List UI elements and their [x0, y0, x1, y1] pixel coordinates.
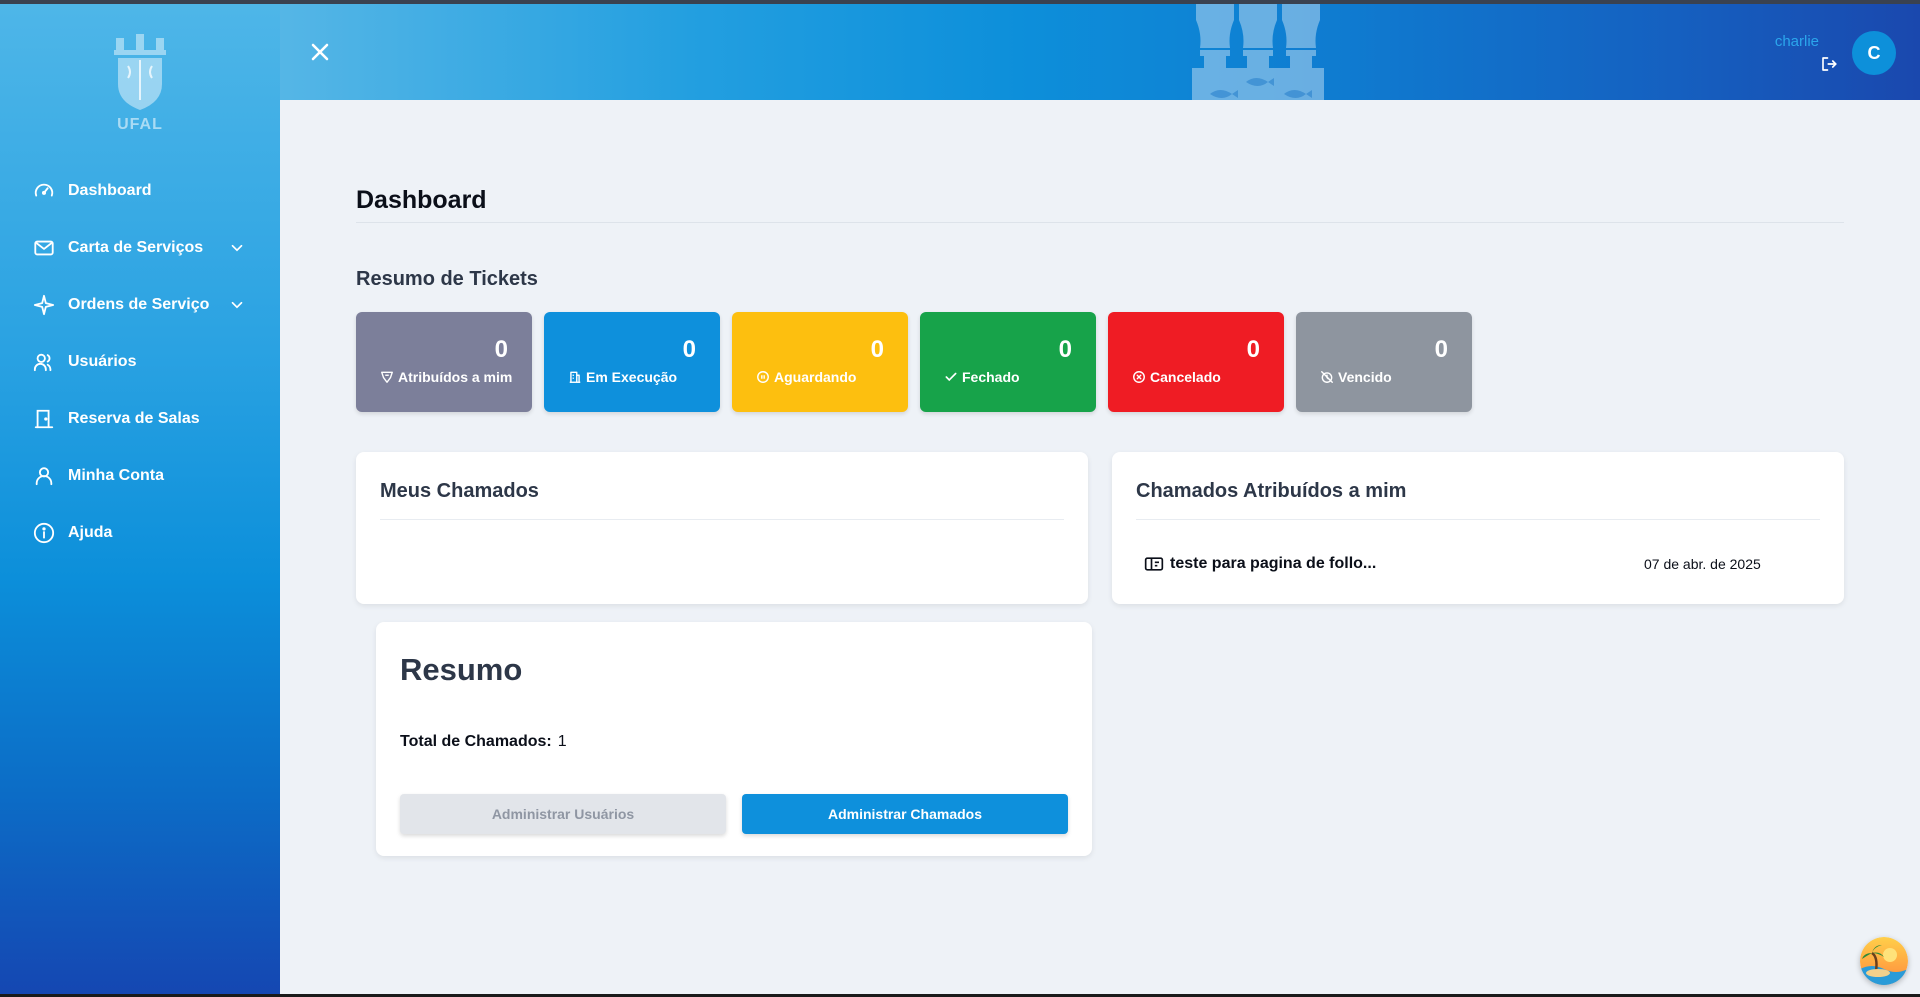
- alarm-off-icon: [1320, 370, 1334, 384]
- stat-value: 0: [870, 336, 884, 363]
- sidebar-item-ajuda[interactable]: Ajuda: [0, 504, 280, 561]
- stat-value: 0: [494, 336, 508, 363]
- chevron-down-icon[interactable]: [228, 239, 246, 257]
- close-sidebar-button[interactable]: [306, 38, 334, 66]
- sidebar-item-label: Reserva de Salas: [68, 409, 200, 427]
- stat-card-atribuidos[interactable]: 0 Atribuídos a mim: [356, 312, 532, 412]
- building-icon: [568, 370, 582, 384]
- resumo-title: Resumo: [400, 652, 523, 687]
- stat-card-vencido[interactable]: 0 Vencido: [1296, 312, 1472, 412]
- stat-value: 0: [1434, 336, 1448, 363]
- users-icon: [32, 350, 56, 374]
- manage-users-button[interactable]: Administrar Usuários: [400, 794, 726, 834]
- total-calls: Total de Chamados: 1: [400, 733, 567, 751]
- sparkle-icon: [32, 293, 56, 317]
- logout-icon[interactable]: [1820, 55, 1840, 75]
- stat-card-em-execucao[interactable]: 0 Em Execução: [544, 312, 720, 412]
- total-calls-value: 1: [557, 733, 567, 750]
- stat-label: Aguardando: [774, 369, 857, 385]
- sidebar-item-minha-conta[interactable]: Minha Conta: [0, 447, 280, 504]
- user-icon: [32, 464, 56, 488]
- sidebar-item-reserva-de-salas[interactable]: Reserva de Salas: [0, 390, 280, 447]
- panel-divider: [380, 519, 1064, 520]
- call-date: 07 de abr. de 2025: [1644, 556, 1761, 572]
- ufal-logo: UFAL: [108, 30, 172, 140]
- avatar[interactable]: C: [1852, 31, 1896, 75]
- stat-value: 0: [1246, 336, 1260, 363]
- pause-circle-icon: [756, 370, 770, 384]
- gauge-icon: [32, 179, 56, 203]
- stat-value: 0: [682, 336, 696, 363]
- stat-label: Em Execução: [586, 369, 678, 385]
- sidebar: UFAL Dashboard Carta de Serviços Ordens …: [0, 4, 280, 994]
- panel-title: Chamados Atribuídos a mim: [1136, 480, 1407, 502]
- chevron-down-icon[interactable]: [228, 296, 246, 314]
- call-subject: teste para pagina de follo...: [1170, 555, 1377, 572]
- stat-card-fechado[interactable]: 0 Fechado: [920, 312, 1096, 412]
- resumo-panel: Resumo Total de Chamados: 1 Administrar U…: [376, 622, 1092, 856]
- sidebar-item-dashboard[interactable]: Dashboard: [0, 162, 280, 219]
- title-divider: [356, 222, 1844, 223]
- assigned-call-item[interactable]: teste para pagina de follo... 07 de abr.…: [1144, 552, 1764, 576]
- sidebar-nav: Dashboard Carta de Serviços Ordens de Se…: [0, 162, 280, 561]
- stat-label: Cancelado: [1150, 369, 1221, 385]
- mail-icon: [32, 236, 56, 260]
- sidebar-item-label: Usuários: [68, 352, 137, 370]
- x-circle-icon: [1132, 370, 1146, 384]
- floating-assistant-button[interactable]: [1860, 937, 1908, 985]
- stat-card-cancelado[interactable]: 0 Cancelado: [1108, 312, 1284, 412]
- badge-icon: [380, 370, 394, 384]
- logo-text: UFAL: [117, 116, 163, 133]
- page-title: Dashboard: [356, 186, 487, 214]
- ufal-crest-watermark: [1192, 4, 1324, 100]
- manage-calls-button[interactable]: Administrar Chamados: [742, 794, 1068, 834]
- check-icon: [944, 370, 958, 384]
- sidebar-item-carta-de-servicos[interactable]: Carta de Serviços: [0, 219, 280, 276]
- stat-label: Vencido: [1338, 369, 1392, 385]
- stat-label: Atribuídos a mim: [398, 369, 513, 385]
- panel-title: Meus Chamados: [380, 480, 539, 502]
- stat-label: Fechado: [962, 369, 1020, 385]
- user-name: charlie: [1774, 33, 1819, 50]
- stat-value: 0: [1058, 336, 1072, 363]
- top-header: charlie C: [280, 4, 1920, 100]
- sidebar-item-label: Ajuda: [68, 523, 113, 541]
- ticket-icon: [1144, 555, 1164, 573]
- info-icon: [32, 521, 56, 545]
- my-calls-panel: Meus Chamados: [356, 452, 1088, 604]
- sidebar-item-usuarios[interactable]: Usuários: [0, 333, 280, 390]
- sidebar-item-label: Dashboard: [68, 181, 152, 199]
- panel-divider: [1136, 519, 1820, 520]
- sidebar-item-label: Ordens de Serviço: [68, 295, 210, 313]
- sidebar-item-ordens-de-servico[interactable]: Ordens de Serviço: [0, 276, 280, 333]
- sidebar-item-label: Carta de Serviços: [68, 238, 204, 256]
- door-icon: [32, 407, 56, 431]
- sidebar-item-label: Minha Conta: [68, 466, 164, 484]
- main-content: Dashboard Resumo de Tickets 0 Atribuídos…: [280, 100, 1920, 994]
- stat-card-aguardando[interactable]: 0 Aguardando: [732, 312, 908, 412]
- total-calls-label: Total de Chamados:: [400, 733, 552, 750]
- tickets-summary-title: Resumo de Tickets: [356, 268, 538, 290]
- assigned-calls-panel: Chamados Atribuídos a mim teste para pag…: [1112, 452, 1844, 604]
